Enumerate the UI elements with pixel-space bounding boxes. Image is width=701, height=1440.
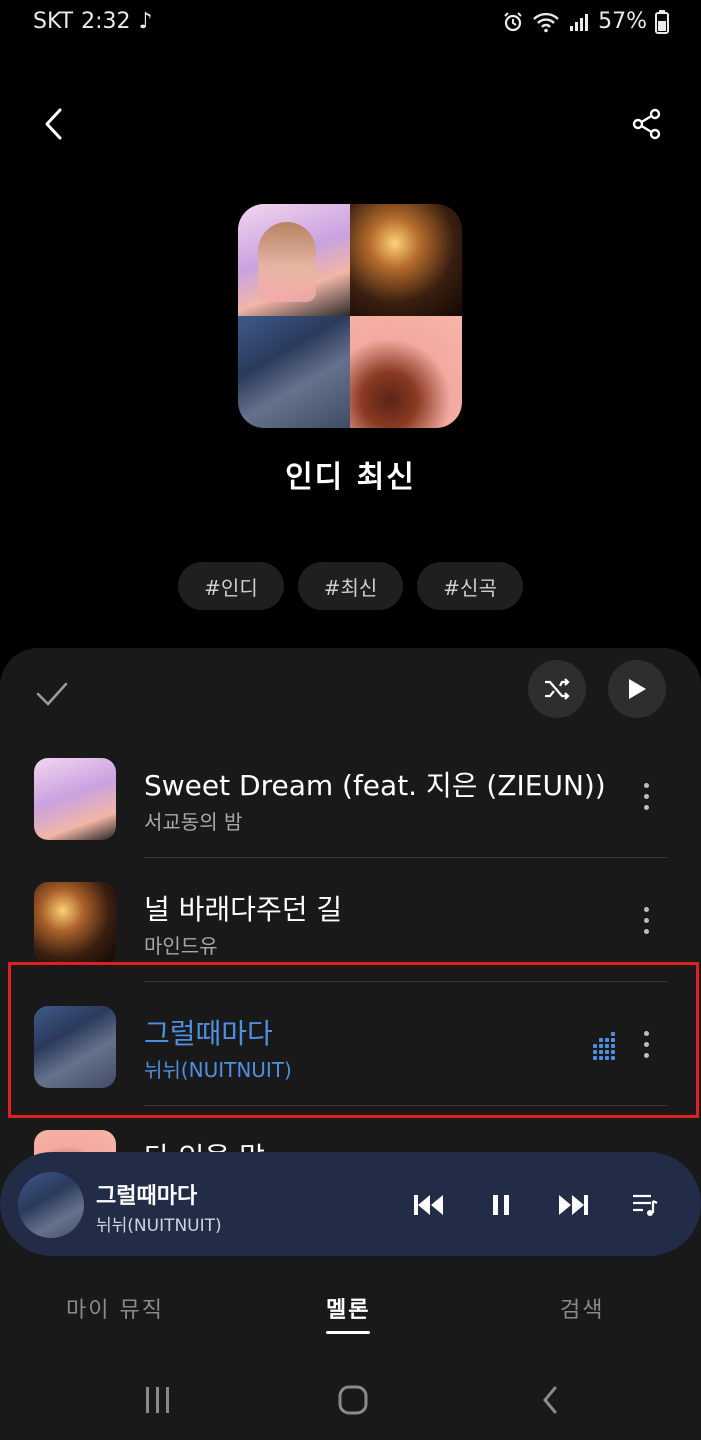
alarm-icon <box>504 11 522 31</box>
chevron-left-icon <box>543 1386 557 1414</box>
share-button[interactable] <box>623 100 671 148</box>
tab-melon[interactable]: 멜론 <box>326 1292 371 1334</box>
signal-icon <box>570 13 589 31</box>
mini-player-artist: 뉘뉘(NUITNUIT) <box>96 1216 222 1236</box>
mini-player-title: 그럴때마다 <box>96 1184 198 1209</box>
select-all-button[interactable] <box>30 672 74 716</box>
clock: 2:32 <box>81 9 131 34</box>
home-button[interactable] <box>329 1376 377 1424</box>
tag-chip[interactable]: #최신 <box>297 562 404 610</box>
playlist-title: 인디 최신 <box>285 460 416 495</box>
tag-chip[interactable]: #인디 <box>178 562 284 610</box>
wifi-icon <box>533 12 559 32</box>
more-options-icon[interactable] <box>631 898 661 942</box>
track-artist: 서교동의 밤 <box>144 810 243 834</box>
chevron-left-icon <box>45 108 62 140</box>
system-navigation-bar <box>0 1360 701 1440</box>
tab-my-music[interactable]: 마이 뮤직 <box>66 1292 164 1324</box>
cover-tile-4 <box>350 316 462 428</box>
track-row[interactable]: Sweet Dream (feat. 지은 (ZIEUN)) 서교동의 밤 <box>0 734 701 858</box>
more-options-icon[interactable] <box>631 1022 661 1066</box>
pause-icon <box>493 1195 509 1215</box>
track-thumbnail <box>34 882 116 964</box>
battery-percent: 57% <box>598 9 647 34</box>
system-back-button[interactable] <box>526 1376 574 1424</box>
recent-apps-button[interactable] <box>134 1376 182 1424</box>
carrier-label: SKT <box>33 9 74 34</box>
tag-chip[interactable]: #신곡 <box>417 562 523 610</box>
track-artist: 뉘뉘(NUITNUIT) <box>144 1058 292 1082</box>
shuffle-icon <box>545 678 570 700</box>
bottom-tab-bar: 마이 뮤직 멜론 검색 <box>0 1282 701 1342</box>
track-title: Sweet Dream (feat. 지은 (ZIEUN)) <box>144 769 606 802</box>
cover-tile-3 <box>238 316 350 428</box>
tag-list: #인디 #최신 #신곡 <box>0 562 701 610</box>
now-playing-equalizer-icon <box>593 1032 615 1060</box>
skip-previous-icon <box>414 1195 443 1215</box>
skip-next-icon <box>559 1195 588 1215</box>
cover-tile-2 <box>350 204 462 316</box>
track-title: 그럴때마다 <box>144 1017 273 1050</box>
more-options-icon[interactable] <box>631 774 661 818</box>
next-button[interactable] <box>550 1182 596 1228</box>
play-all-button[interactable] <box>608 660 666 718</box>
cover-tile-1 <box>238 204 350 316</box>
recent-apps-icon <box>146 1387 169 1413</box>
battery-icon <box>655 9 669 34</box>
track-title: 널 바래다주던 길 <box>144 893 343 926</box>
playlist-cover <box>238 204 462 428</box>
share-icon <box>632 108 661 140</box>
track-artist: 마인드유 <box>144 934 218 958</box>
track-thumbnail <box>34 1006 116 1088</box>
play-icon <box>629 679 646 699</box>
back-button[interactable] <box>30 100 78 148</box>
pause-button[interactable] <box>478 1182 524 1228</box>
status-bar: SKT 2:32 ♪ 57% <box>0 0 701 44</box>
track-row-playing[interactable]: 그럴때마다 뉘뉘(NUITNUIT) <box>0 982 701 1106</box>
music-note-icon: ♪ <box>138 9 153 34</box>
queue-music-icon <box>633 1194 658 1216</box>
checkmark-icon <box>36 682 68 706</box>
previous-button[interactable] <box>406 1182 452 1228</box>
mini-player-thumbnail <box>18 1172 84 1238</box>
home-icon <box>338 1385 368 1415</box>
mini-player[interactable]: 그럴때마다 뉘뉘(NUITNUIT) <box>0 1152 701 1256</box>
tab-search[interactable]: 검색 <box>560 1292 604 1324</box>
track-thumbnail <box>34 758 116 840</box>
playlist-queue-button[interactable] <box>622 1182 668 1228</box>
shuffle-button[interactable] <box>528 660 586 718</box>
track-row[interactable]: 널 바래다주던 길 마인드유 <box>0 858 701 982</box>
